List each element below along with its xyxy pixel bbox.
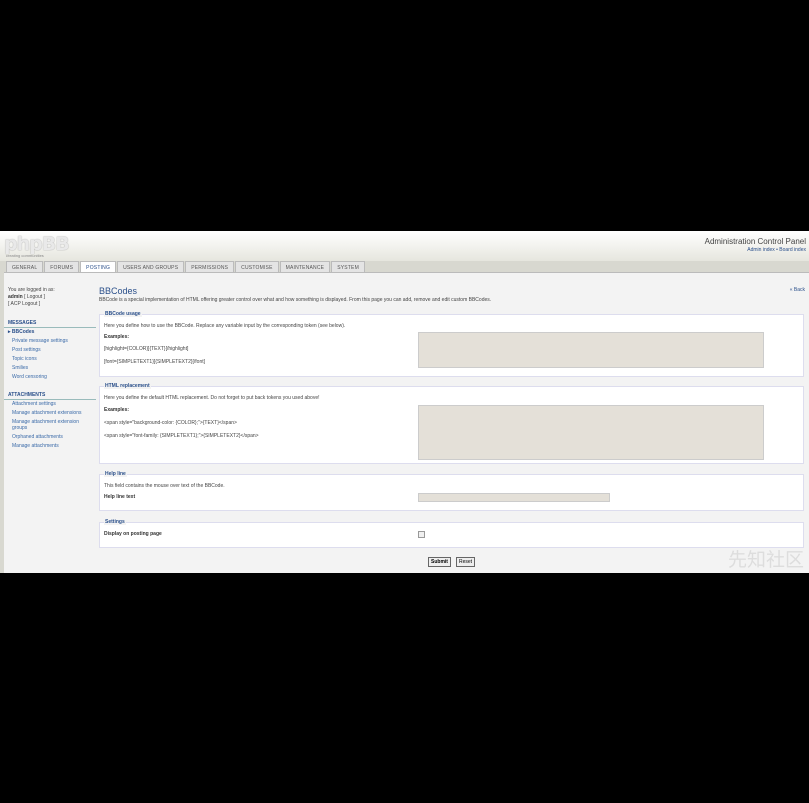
acp-logout-link[interactable]: [ ACP Logout ] [8, 301, 92, 308]
display-on-posting-label: Display on posting page [104, 531, 162, 537]
html-example-1: <span style="background-color: {COLOR};"… [104, 420, 237, 426]
sidebar-item-topic-icons[interactable]: Topic icons [4, 355, 96, 364]
page-title: BBCodes [99, 286, 138, 296]
sidebar-item-word-censoring[interactable]: Word censoring [4, 373, 96, 382]
sidebar-item-pm-settings[interactable]: Private message settings [4, 337, 96, 346]
login-info: You are logged in as: admin [ Logout ] [… [4, 285, 96, 310]
phpbb-logo[interactable]: phpBB [4, 233, 70, 255]
submit-button[interactable]: Submit [428, 557, 451, 567]
login-user: admin [8, 294, 23, 300]
sidebar-item-bbcodes[interactable]: ▸ BBCodes [4, 328, 96, 337]
html-examples-label: Examples: [104, 407, 130, 413]
main-area: You are logged in as: admin [ Logout ] [… [4, 272, 809, 573]
sidebar-item-attachment-extensions[interactable]: Manage attachment extensions [4, 409, 96, 418]
usage-example-2: [font={SIMPLETEXT1}]{SIMPLETEXT2}[/font] [104, 359, 206, 365]
acp-links[interactable]: Admin index • Board index [747, 247, 806, 253]
html-example-2: <span style="font-family: {SIMPLETEXT1};… [104, 433, 259, 439]
legend-help-line: Help line [104, 471, 127, 477]
sidebar-item-extension-groups[interactable]: Manage attachment extension groups [4, 418, 96, 433]
logo-tagline: creating communities [6, 253, 44, 258]
fieldset-bbcode-usage: BBCode usage Here you define how to use … [99, 311, 804, 377]
fieldset-html-replacement: HTML replacement Here you define the def… [99, 383, 804, 464]
sidebar-heading-attachments: ATTACHMENTS [4, 392, 96, 400]
logout-link[interactable]: [ Logout ] [24, 294, 45, 300]
reset-button[interactable]: Reset [456, 557, 476, 567]
login-text: You are logged in as: [8, 287, 55, 293]
helpline-description: This field contains the mouse over text … [104, 483, 225, 489]
helpline-input[interactable] [418, 493, 610, 502]
bbcode-usage-textarea[interactable] [418, 332, 764, 368]
legend-bbcode-usage: BBCode usage [104, 311, 142, 317]
sidebar-item-post-settings[interactable]: Post settings [4, 346, 96, 355]
sidebar-item-manage-attachments[interactable]: Manage attachments [4, 442, 96, 451]
legend-html-replacement: HTML replacement [104, 383, 151, 389]
usage-description: Here you define how to use the BBCode. R… [104, 323, 346, 329]
sidebar-item-label: BBCodes [11, 329, 35, 335]
helpline-label: Help line text [104, 494, 136, 500]
usage-examples-label: Examples: [104, 334, 130, 340]
sidebar-item-orphaned-attachments[interactable]: Orphaned attachments [4, 433, 96, 442]
display-on-posting-checkbox[interactable] [418, 531, 425, 538]
intro-text: BBCode is a special implementation of HT… [99, 297, 492, 303]
fieldset-help-line: Help line This field contains the mouse … [99, 471, 804, 511]
sidebar-heading-messages: MESSAGES [4, 320, 96, 328]
watermark: 先知社区 [727, 549, 804, 571]
sidebar-item-attachment-settings[interactable]: Attachment settings [4, 400, 96, 409]
sidebar: You are logged in as: admin [ Logout ] [… [4, 285, 96, 451]
html-replacement-textarea[interactable] [418, 405, 764, 460]
legend-settings: Settings [104, 519, 126, 525]
back-link[interactable]: « Back [790, 287, 805, 293]
usage-example-1: [highlight={COLOR}]{TEXT}[/highlight] [104, 346, 189, 352]
sidebar-item-smilies[interactable]: Smilies [4, 364, 96, 373]
fieldset-settings: Settings Display on posting page [99, 519, 804, 548]
html-description: Here you define the default HTML replace… [104, 395, 320, 401]
acp-screenshot: phpBB creating communities Administratio… [0, 231, 809, 573]
header: phpBB creating communities Administratio… [0, 231, 809, 261]
acp-title: Administration Control Panel [704, 237, 806, 246]
